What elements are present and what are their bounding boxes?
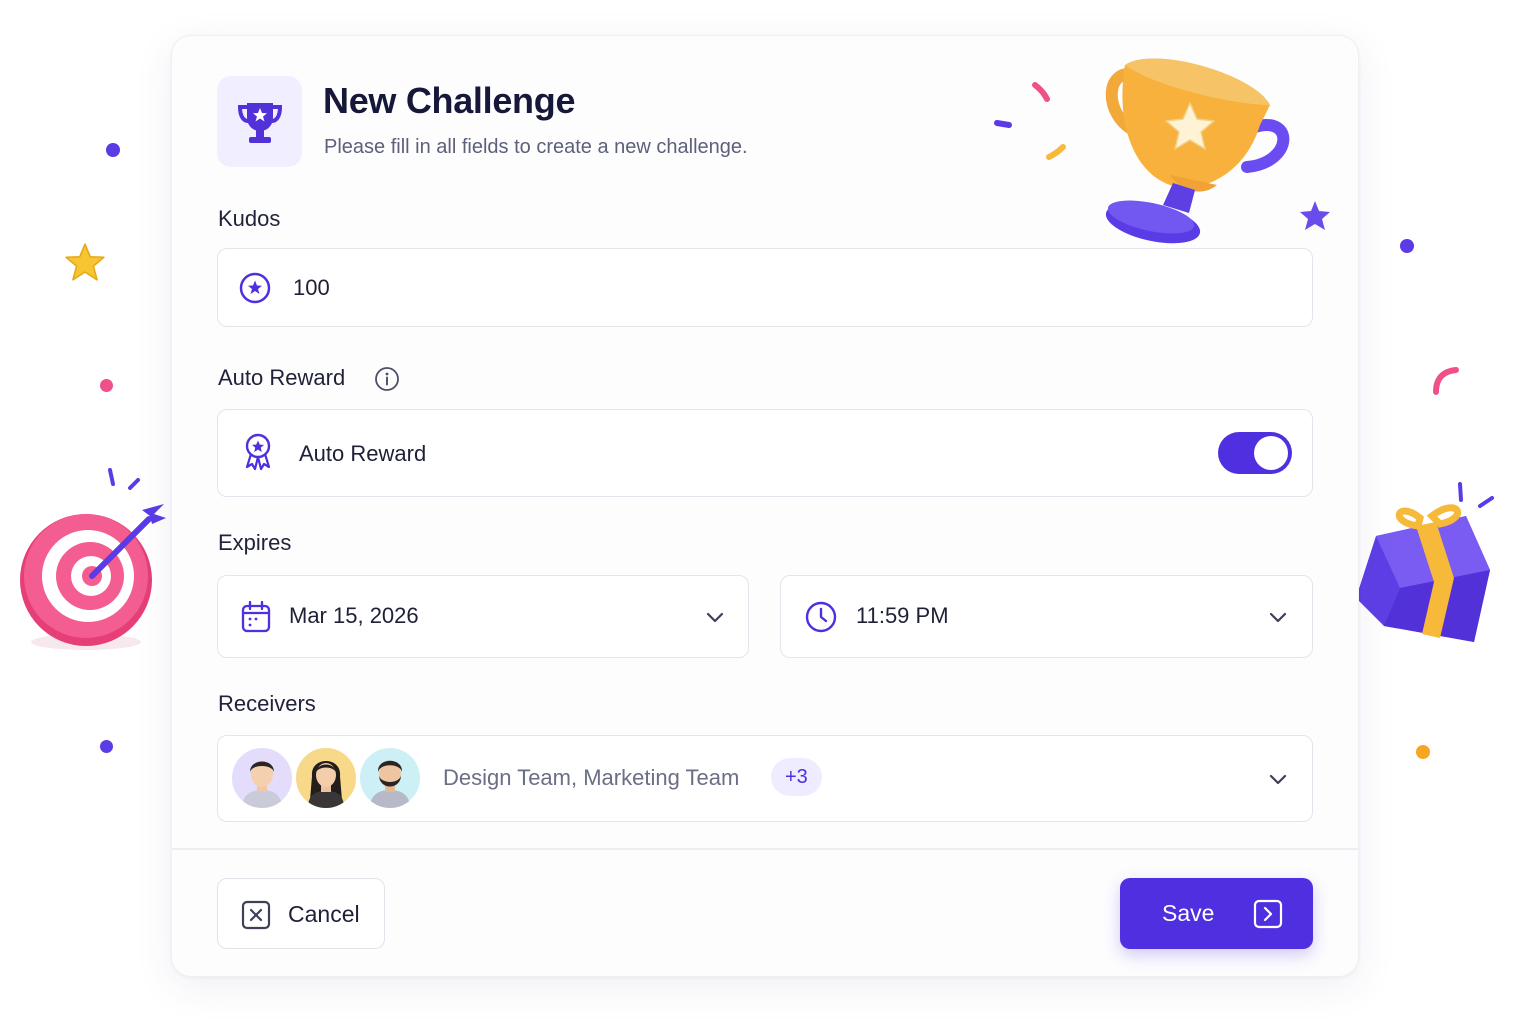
- receivers-label: Receivers: [218, 691, 316, 716]
- expires-label: Expires: [218, 530, 292, 555]
- close-square-icon: [241, 900, 271, 930]
- dialog-title: New Challenge: [323, 80, 576, 121]
- confetti-dot: [100, 740, 113, 753]
- dialog-subtitle: Please fill in all fields to create a ne…: [324, 136, 748, 158]
- avatar: [293, 745, 359, 811]
- cancel-button-label: Cancel: [288, 901, 360, 927]
- toggle-knob: [1254, 436, 1288, 470]
- save-button[interactable]: Save: [1120, 878, 1313, 949]
- auto-reward-option-label: Auto Reward: [299, 441, 427, 466]
- award-ribbon-icon: [245, 433, 271, 471]
- kudos-value: 100: [293, 275, 330, 300]
- clock-icon: [805, 601, 837, 633]
- chevron-down-icon: [706, 612, 724, 623]
- expires-time-value: 11:59 PM: [856, 603, 949, 628]
- auto-reward-row: Auto Reward: [217, 409, 1313, 497]
- confetti-dot: [100, 379, 113, 392]
- save-button-label: Save: [1162, 900, 1215, 926]
- receivers-select[interactable]: Design Team, Marketing Team +3: [217, 735, 1313, 822]
- avatar: [357, 745, 423, 811]
- header-icon-tile: [217, 76, 302, 167]
- confetti-arc: [1433, 367, 1459, 395]
- confetti-dot: [1400, 239, 1414, 253]
- trophy-illustration-icon: [994, 58, 1330, 244]
- confetti-dot: [1416, 745, 1430, 759]
- info-icon[interactable]: [374, 366, 400, 392]
- target-icon: [20, 468, 166, 650]
- chevron-down-icon: [1269, 612, 1287, 623]
- confetti-dot: [106, 143, 120, 157]
- cancel-button[interactable]: Cancel: [217, 878, 385, 949]
- more-receivers-badge: +3: [771, 758, 822, 796]
- gift-icon: [1356, 482, 1494, 642]
- auto-reward-label: Auto Reward: [218, 365, 346, 390]
- expires-date-value: Mar 15, 2026: [289, 603, 419, 628]
- expires-time-select[interactable]: 11:59 PM: [780, 575, 1313, 658]
- expires-date-select[interactable]: Mar 15, 2026: [217, 575, 749, 658]
- avatar-group: [229, 745, 429, 811]
- trophy-icon: [237, 102, 282, 143]
- calendar-icon: [241, 600, 271, 633]
- star-circle-icon: [239, 272, 271, 304]
- receivers-value: Design Team, Marketing Team: [443, 765, 740, 790]
- arrow-right-square-icon: [1253, 899, 1283, 929]
- kudos-label: Kudos: [218, 206, 281, 231]
- footer-divider: [172, 848, 1358, 850]
- stage: New Challenge Please fill in all fields …: [0, 0, 1536, 1024]
- star-icon: [65, 243, 105, 281]
- avatar: [229, 745, 295, 811]
- chevron-down-icon: [1269, 774, 1287, 785]
- auto-reward-toggle[interactable]: [1218, 432, 1292, 474]
